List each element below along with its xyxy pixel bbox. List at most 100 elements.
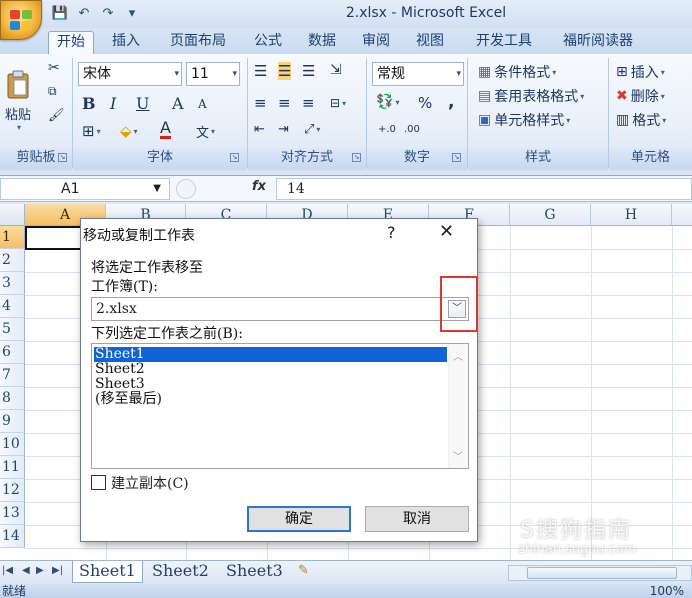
row-header[interactable]: 8 <box>0 387 25 410</box>
column-header[interactable]: G <box>510 204 591 226</box>
next-sheet-icon[interactable]: ▶ <box>36 565 44 576</box>
ribbon-tabs: 开始 插入 页面布局 公式 数据 审阅 视图 开发工具 福昕阅读器 <box>0 28 692 54</box>
tab-page-layout[interactable]: 页面布局 <box>160 31 236 54</box>
cut-icon[interactable]: ✂ <box>48 60 60 76</box>
tab-developer[interactable]: 开发工具 <box>466 31 542 54</box>
insert-function-button[interactable]: fx <box>252 179 266 194</box>
format-as-table-button[interactable]: ▤ 套用表格格式 ▾ <box>478 86 584 106</box>
list-item[interactable]: (移至最后) <box>94 392 162 407</box>
sheet-tab-sheet1[interactable]: Sheet1 <box>72 561 143 583</box>
scroll-thumb[interactable] <box>527 567 677 579</box>
number-format-combo[interactable]: 常规 ▾ <box>372 62 464 86</box>
zoom-level[interactable]: 100% <box>650 584 684 598</box>
shrink-font-button[interactable]: A <box>198 97 207 111</box>
italic-button[interactable]: I <box>110 94 116 113</box>
tab-insert[interactable]: 插入 <box>106 31 146 54</box>
horizontal-scrollbar[interactable] <box>508 565 692 581</box>
tab-view[interactable]: 视图 <box>410 31 450 54</box>
alignment-launcher-icon[interactable]: ↘ <box>352 153 361 162</box>
create-copy-checkbox[interactable] <box>91 475 106 490</box>
scroll-down-icon[interactable]: ﹀ <box>453 448 463 463</box>
clipboard-launcher-icon[interactable]: ↘ <box>58 153 67 162</box>
row-header[interactable]: 9 <box>0 410 25 433</box>
first-sheet-icon[interactable]: |◀ <box>2 565 13 576</box>
prev-sheet-icon[interactable]: ◀ <box>22 565 30 576</box>
list-scrollbar[interactable]: ︿ ﹀ <box>448 344 468 468</box>
row-header[interactable]: 13 <box>0 502 25 525</box>
format-cells-button[interactable]: ▥ 格式 ▾ <box>616 110 666 130</box>
font-name-combo[interactable]: 宋体 ▾ <box>78 62 182 86</box>
tab-review[interactable]: 审阅 <box>356 31 396 54</box>
align-center-icon[interactable]: ≡ <box>278 94 291 112</box>
grow-font-button[interactable]: A <box>172 94 184 113</box>
sheet-tab-sheet2[interactable]: Sheet2 <box>146 561 215 583</box>
row-header[interactable]: 2 <box>0 249 25 272</box>
delete-cells-button[interactable]: ✖ 删除 ▾ <box>616 86 665 106</box>
list-item[interactable]: Sheet2 <box>94 362 145 377</box>
align-middle-icon[interactable]: ☰ <box>278 62 292 80</box>
close-icon[interactable]: ✕ <box>439 221 454 242</box>
insert-sheet-icon[interactable]: ✎ <box>298 563 309 578</box>
row-header[interactable]: 11 <box>0 456 25 479</box>
scroll-up-icon[interactable]: ︿ <box>453 348 463 363</box>
formula-input[interactable]: 14 <box>276 178 692 200</box>
orientation-icon[interactable]: ⤢ ▾ <box>304 122 320 137</box>
name-box-value: A1 <box>61 181 80 197</box>
cell-styles-button[interactable]: ▣ 单元格样式 ▾ <box>478 110 570 130</box>
row-header[interactable]: 6 <box>0 341 25 364</box>
help-button[interactable]: ? <box>387 223 396 242</box>
list-item[interactable]: Sheet3 <box>94 377 145 392</box>
row-header[interactable]: 4 <box>0 295 25 318</box>
currency-icon[interactable]: 💱 ▾ <box>376 94 399 110</box>
row-header[interactable]: 5 <box>0 318 25 341</box>
workbook-select[interactable]: 2.xlsx ﹀ <box>91 297 469 321</box>
paste-button[interactable]: 粘贴 ▾ <box>2 60 34 142</box>
merge-center-icon[interactable]: ⊟ ▾ <box>330 96 346 110</box>
font-launcher-icon[interactable]: ↘ <box>230 153 239 162</box>
underline-button[interactable]: U <box>136 94 149 113</box>
row-header[interactable]: 12 <box>0 479 25 502</box>
row-header[interactable]: 10 <box>0 433 25 456</box>
align-bottom-icon[interactable]: ☰ <box>302 62 315 80</box>
number-launcher-icon[interactable]: ↘ <box>452 153 461 162</box>
align-right-icon[interactable]: ≡ <box>302 94 315 112</box>
row-header[interactable]: 14 <box>0 525 25 548</box>
percent-button[interactable]: % <box>418 94 432 112</box>
fill-color-icon[interactable]: ⬙ ▾ <box>120 122 138 140</box>
select-all-corner[interactable] <box>0 204 25 226</box>
insert-cells-button[interactable]: ⊞ 插入 ▾ <box>616 62 665 82</box>
create-copy-label[interactable]: 建立副本(C) <box>111 473 189 493</box>
tab-formulas[interactable]: 公式 <box>248 31 288 54</box>
increase-decimal-button[interactable]: +.0 <box>378 124 396 135</box>
ok-button[interactable]: 确定 <box>247 506 351 532</box>
tab-data[interactable]: 数据 <box>302 31 342 54</box>
sheet-list[interactable]: Sheet1 Sheet2 Sheet3 (移至最后) ︿ ﹀ <box>91 343 469 469</box>
column-header[interactable]: H <box>591 204 672 226</box>
align-top-icon[interactable]: ☰ <box>254 62 267 80</box>
cancel-button[interactable]: 取消 <box>365 506 469 532</box>
font-color-icon[interactable]: A <box>160 120 171 139</box>
conditional-format-button[interactable]: ▦ 条件格式 ▾ <box>478 62 556 82</box>
tab-foxit-reader[interactable]: 福昕阅读器 <box>552 31 644 54</box>
bold-button[interactable]: B <box>82 94 96 113</box>
decrease-decimal-button[interactable]: .00 <box>404 124 420 135</box>
comma-button[interactable]: , <box>448 92 454 112</box>
name-box[interactable]: A1 ▼ <box>0 178 170 200</box>
phonetic-button[interactable]: 文 ▾ <box>196 122 215 141</box>
last-sheet-icon[interactable]: ▶| <box>52 565 63 576</box>
row-header[interactable]: 7 <box>0 364 25 387</box>
align-left-icon[interactable]: ≡ <box>254 94 267 112</box>
row-header[interactable]: 1 <box>0 226 25 249</box>
increase-indent-icon[interactable]: ⇥ <box>278 122 289 137</box>
copy-icon[interactable]: ⧉ <box>48 84 57 99</box>
border-icon[interactable]: ⊞ ▾ <box>82 122 101 140</box>
decrease-indent-icon[interactable]: ⇤ <box>254 122 265 137</box>
font-size-combo[interactable]: 11 ▾ <box>186 62 240 86</box>
column-header[interactable] <box>672 204 692 226</box>
row-header[interactable]: 3 <box>0 272 25 295</box>
tab-home[interactable]: 开始 <box>48 31 94 54</box>
format-painter-icon[interactable]: 🖌 <box>48 108 65 123</box>
sheet-tab-sheet3[interactable]: Sheet3 <box>220 561 289 583</box>
list-item[interactable]: Sheet1 <box>94 347 447 362</box>
wrap-text-icon[interactable]: ⇲ <box>330 62 342 78</box>
